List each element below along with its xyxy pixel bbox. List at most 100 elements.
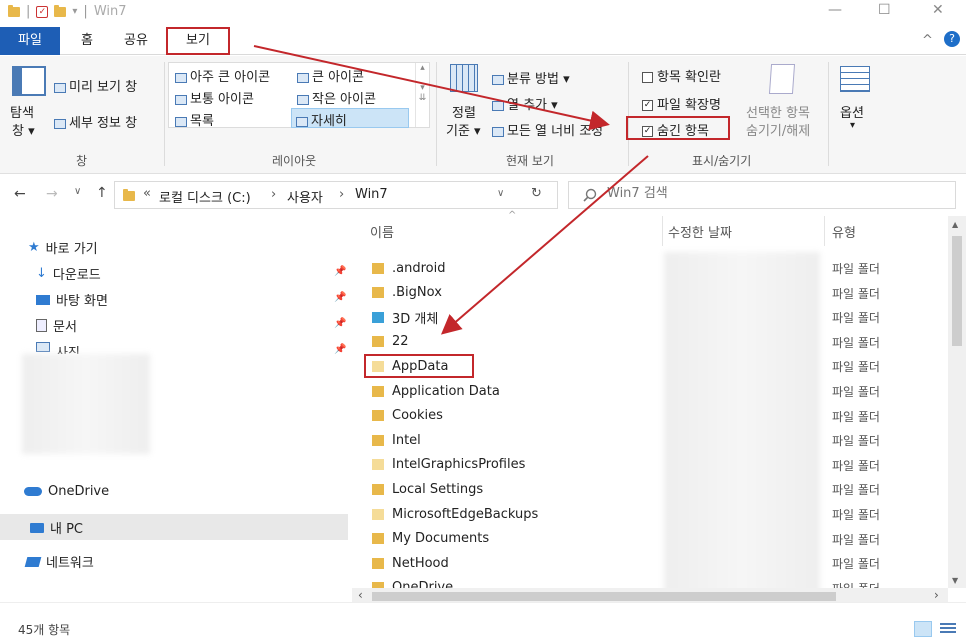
layout-large-icons[interactable]: 큰 아이콘 <box>297 66 364 85</box>
options-button[interactable]: 옵션 <box>840 102 864 121</box>
medium-icons-icon <box>175 94 187 105</box>
scroll-left-icon[interactable]: ‹ <box>358 588 363 602</box>
nav-desktop[interactable]: 바탕 화면 <box>36 290 108 309</box>
back-button[interactable]: ← <box>14 186 26 202</box>
layout-details[interactable]: 자세히 <box>291 108 409 129</box>
navigation-pane-dropdown[interactable]: 창 ▾ <box>12 120 35 139</box>
list-item[interactable]: AppData <box>364 354 474 379</box>
close-button[interactable]: ✕ <box>932 2 944 18</box>
address-bar[interactable]: « 로컬 디스크 (C:) › 사용자 › Win7 ∨ ↻ <box>114 181 558 209</box>
layout-scroll[interactable]: ▴ ▾ ⇊ <box>415 63 429 127</box>
minimize-button[interactable]: — <box>828 2 842 18</box>
layout-medium-icons[interactable]: 보통 아이콘 <box>175 88 254 107</box>
vertical-scrollbar[interactable]: ▲ ▼ <box>948 216 966 588</box>
column-divider <box>824 216 825 246</box>
column-header-date[interactable]: 수정한 날짜 <box>668 222 732 241</box>
pin-icon[interactable]: 📌 <box>334 266 346 277</box>
up-button[interactable]: ↑ <box>96 185 108 201</box>
forward-button[interactable]: → <box>46 186 58 202</box>
options-icon[interactable] <box>840 66 870 92</box>
file-name: 22 <box>392 334 409 350</box>
qat-dropdown-icon[interactable]: ▾ <box>72 6 77 17</box>
divider <box>828 62 829 166</box>
list-item[interactable]: 22 <box>372 330 409 354</box>
list-item[interactable]: .android <box>372 256 445 280</box>
group-by-icon <box>492 74 504 85</box>
new-folder-icon[interactable] <box>54 4 67 17</box>
file-type: 파일 폴더 <box>832 335 880 350</box>
divider <box>436 62 437 166</box>
list-item[interactable]: Application Data <box>372 379 500 403</box>
column-header-name[interactable]: 이름 <box>370 222 394 241</box>
nav-pictures[interactable]: 사진 <box>36 342 80 354</box>
list-item[interactable]: .BigNox <box>372 281 442 305</box>
breadcrumb-users[interactable]: 사용자 <box>287 187 323 206</box>
tab-view[interactable]: 보기 <box>166 27 230 55</box>
nav-this-pc[interactable]: 내 PC <box>30 518 83 537</box>
file-extensions-toggle[interactable]: ✓ 파일 확장명 <box>642 94 721 113</box>
hide-selected-icon[interactable] <box>768 64 796 94</box>
list-item[interactable]: 3D 개체 <box>372 305 438 329</box>
column-header-type[interactable]: 유형 <box>832 222 856 241</box>
vertical-scroll-thumb[interactable] <box>952 236 962 346</box>
breadcrumb-win7[interactable]: Win7 <box>355 187 388 202</box>
qat-separator: | <box>26 4 31 19</box>
navigation-pane-label[interactable]: 탐색 <box>10 102 34 121</box>
nav-documents[interactable]: 문서 <box>36 316 77 335</box>
sort-by-icon[interactable] <box>450 64 478 92</box>
hide-selected-label[interactable]: 선택한 항목 <box>746 102 810 121</box>
search-icon <box>583 188 597 202</box>
details-view-icon[interactable] <box>914 621 932 637</box>
folder-icon <box>372 262 384 274</box>
fit-columns-button[interactable]: 모든 열 너비 조정 <box>492 120 603 139</box>
list-item[interactable]: Local Settings <box>372 477 483 501</box>
properties-icon[interactable]: ✓ <box>36 5 49 18</box>
list-item[interactable]: Intel <box>372 428 421 452</box>
hidden-items-toggle[interactable]: ✓ 숨긴 항목 <box>626 116 730 140</box>
pin-icon[interactable]: 📌 <box>334 344 346 355</box>
layout-small-icons[interactable]: 작은 아이콘 <box>297 88 376 107</box>
layout-list[interactable]: 목록 <box>175 110 214 129</box>
list-item[interactable]: MicrosoftEdgeBackups <box>372 502 538 526</box>
file-type: 파일 폴더 <box>832 483 880 498</box>
collapse-ribbon-icon[interactable]: ^ <box>922 33 933 48</box>
list-item[interactable]: Cookies <box>372 404 443 428</box>
layout-extra-large-icons[interactable]: 아주 큰 아이콘 <box>175 66 270 85</box>
nav-quick-access[interactable]: ★ 바로 가기 <box>28 238 98 257</box>
list-item[interactable]: NetHood <box>372 551 449 575</box>
address-dropdown-icon[interactable]: ∨ <box>497 188 504 199</box>
breadcrumb-overflow[interactable]: « <box>143 186 151 201</box>
recent-locations-icon[interactable]: ∨ <box>74 186 81 197</box>
help-icon[interactable]: ? <box>944 31 960 47</box>
sort-by-label[interactable]: 정렬 <box>452 102 476 121</box>
pin-icon[interactable]: 📌 <box>334 292 346 303</box>
nav-downloads[interactable]: ↓ 다운로드 <box>36 264 101 283</box>
sort-by-dropdown[interactable]: 기준 ▾ <box>446 120 481 139</box>
group-by-button[interactable]: 분류 방법 ▾ <box>492 68 570 87</box>
maximize-button[interactable]: ☐ <box>878 2 891 18</box>
nav-onedrive[interactable]: OneDrive <box>24 484 109 499</box>
scroll-right-icon[interactable]: › <box>934 588 939 602</box>
search-input[interactable] <box>607 186 907 201</box>
search-box[interactable] <box>568 181 956 209</box>
horizontal-scroll-thumb[interactable] <box>372 592 836 601</box>
large-icons-view-icon[interactable] <box>940 623 956 635</box>
tab-home[interactable]: 홈 <box>70 27 104 55</box>
item-checkboxes-toggle[interactable]: 항목 확인란 <box>642 66 721 85</box>
navigation-pane-icon[interactable] <box>12 66 46 96</box>
preview-pane-button[interactable]: 미리 보기 창 <box>54 76 137 95</box>
tab-share[interactable]: 공유 <box>114 27 158 55</box>
refresh-icon[interactable]: ↻ <box>531 186 542 201</box>
pin-icon[interactable]: 📌 <box>334 318 346 329</box>
nav-network[interactable]: 네트워크 <box>24 552 94 571</box>
add-columns-button[interactable]: 열 추가 ▾ <box>492 94 558 113</box>
breadcrumb-local-disk[interactable]: 로컬 디스크 (C:) <box>159 187 251 206</box>
list-item[interactable]: IntelGraphicsProfiles <box>372 453 525 477</box>
options-dropdown-icon[interactable]: ▾ <box>850 120 855 131</box>
details-pane-button[interactable]: 세부 정보 창 <box>54 112 137 131</box>
scroll-down-icon[interactable]: ▼ <box>952 576 958 585</box>
list-item[interactable]: My Documents <box>372 527 489 551</box>
scroll-up-icon[interactable]: ▲ <box>952 220 958 229</box>
hide-selected-label-2[interactable]: 숨기기/해제 <box>746 120 810 139</box>
tab-file[interactable]: 파일 <box>0 27 60 55</box>
